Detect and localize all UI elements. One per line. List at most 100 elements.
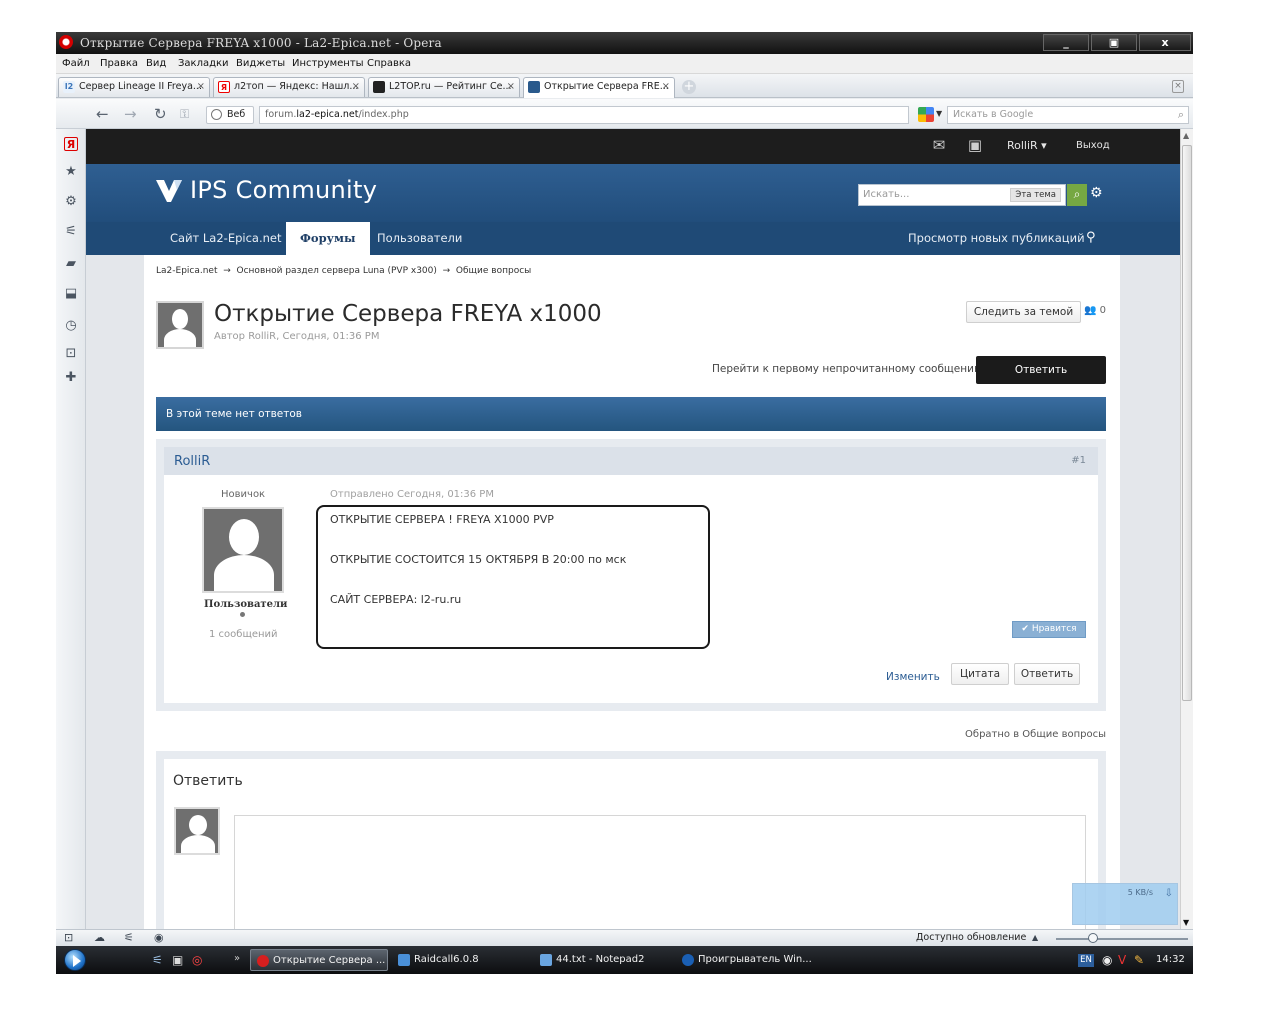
breadcrumb-item[interactable]: La2-Epica.net	[156, 266, 218, 276]
breadcrumb-item[interactable]: Общие вопросы	[456, 266, 531, 276]
topic-content: La2-Epica.net → Основной раздел сервера …	[144, 255, 1120, 929]
edit-post-link[interactable]: Изменить	[886, 671, 940, 683]
unite-icon[interactable]: ⚟	[64, 225, 78, 239]
turbo-icon[interactable]: ◉	[154, 931, 164, 944]
quicklaunch-opera-icon[interactable]: ◎	[192, 953, 202, 967]
opera-link-cloud-icon[interactable]: ☁	[94, 931, 105, 944]
follow-topic-button[interactable]: Следить за темой	[966, 301, 1081, 323]
update-available-link[interactable]: Доступно обновление	[916, 932, 1026, 943]
menu-widgets[interactable]: Виджеты	[236, 58, 285, 69]
yandex-panel-icon[interactable]: Я	[64, 137, 78, 151]
new-tab-icon[interactable]: +	[682, 80, 696, 94]
wand-key-icon[interactable]: ⚿	[180, 107, 189, 122]
closed-tabs-trash-icon[interactable]: ×	[1172, 80, 1184, 93]
search-icon[interactable]: ⌕	[1178, 107, 1184, 123]
first-unread-link[interactable]: Перейти к первому непрочитанному сообщен…	[712, 363, 983, 375]
start-button[interactable]	[64, 949, 86, 971]
notepad-task-icon	[540, 954, 552, 966]
forward-arrow-icon[interactable]: →	[124, 105, 137, 123]
url-input[interactable]: forum.la2-epica.net/index.php	[259, 106, 909, 124]
search-scope-select[interactable]: Эта тема	[1010, 188, 1061, 202]
downloads-icon[interactable]: ⬓	[64, 287, 78, 301]
menu-help[interactable]: Справка	[367, 58, 411, 69]
unite-status-icon[interactable]: ⚟	[124, 931, 134, 944]
taskbar-item-media-player[interactable]: Проигрыватель Win...	[676, 949, 814, 971]
close-tab-icon[interactable]: ×	[352, 78, 360, 96]
view-new-posts-link[interactable]: Просмотр новых публикаций	[908, 222, 1085, 255]
tray-antivirus-icon[interactable]: V	[1118, 953, 1126, 967]
windows-panel-icon[interactable]: ⊡	[64, 347, 78, 361]
tab-forum-topic[interactable]: Открытие Сервера FRE... ×	[523, 77, 675, 98]
messages-envelope-icon[interactable]: ✉	[930, 136, 948, 154]
notes-icon[interactable]: ▰	[64, 257, 78, 271]
back-to-forum-link[interactable]: Обратно в Общие вопросы	[965, 729, 1106, 740]
taskbar-item-raidcall[interactable]: Raidcall6.0.8	[392, 949, 530, 971]
quote-button[interactable]: Цитата	[951, 663, 1009, 685]
online-status-dot	[240, 612, 245, 617]
taskbar-item-notepad[interactable]: 44.txt - Notepad2	[534, 949, 672, 971]
quicklaunch-desktop-icon[interactable]: ▣	[172, 953, 183, 967]
search-settings-gear-icon[interactable]: ⚙	[1090, 185, 1103, 201]
page-scrollbar[interactable]: ▲ ▼	[1180, 129, 1193, 929]
post-number-link[interactable]: #1	[1071, 455, 1086, 466]
zoom-slider-track[interactable]	[1056, 938, 1188, 940]
forum-search-button[interactable]: ⌕	[1067, 184, 1087, 206]
close-tab-icon[interactable]: ×	[662, 78, 670, 96]
restore-button[interactable]: ▣	[1091, 34, 1137, 51]
post-author-link[interactable]: RolliR	[174, 454, 210, 469]
add-panel-icon[interactable]: ✚	[64, 371, 78, 385]
scroll-down-icon[interactable]: ▼	[1183, 918, 1189, 927]
back-arrow-icon[interactable]: ←	[96, 105, 109, 123]
reply-editor[interactable]	[234, 815, 1086, 929]
network-speed-widget[interactable]: 5 KB/s ⇩	[1072, 883, 1178, 925]
tray-media-icon[interactable]: ◉	[1102, 953, 1112, 967]
web-security-chip[interactable]: Веб	[206, 106, 254, 124]
scroll-up-icon[interactable]: ▲	[1183, 131, 1189, 140]
quicklaunch-more-icon[interactable]: »	[234, 953, 240, 964]
tab-lineage-server[interactable]: l2 Сервер Lineage II Freya... ×	[58, 77, 210, 97]
map-pin-icon[interactable]: ⚲	[1086, 230, 1096, 245]
post-author-avatar[interactable]	[202, 507, 284, 593]
menu-file[interactable]: Файл	[62, 58, 90, 69]
followers-count[interactable]: 👥 0	[1084, 305, 1106, 316]
menu-bookmarks[interactable]: Закладки	[178, 58, 229, 69]
close-tab-icon[interactable]: ×	[197, 78, 205, 96]
nav-site[interactable]: Сайт La2-Epica.net	[156, 222, 296, 255]
topic-author-avatar[interactable]	[156, 301, 204, 349]
notifications-icon[interactable]: ▣	[966, 136, 984, 154]
menu-tools[interactable]: Инструменты	[292, 58, 364, 69]
widgets-gear-icon[interactable]: ⚙	[64, 195, 78, 209]
tray-network-icon[interactable]: ✎	[1134, 953, 1144, 967]
nav-users[interactable]: Пользователи	[363, 222, 476, 255]
reload-icon[interactable]: ↻	[154, 105, 167, 123]
minimize-button[interactable]: _	[1043, 34, 1089, 51]
bookmarks-star-icon[interactable]: ★	[64, 165, 78, 179]
like-button[interactable]: ✔ Нравится	[1012, 621, 1086, 638]
close-tab-icon[interactable]: ×	[507, 78, 515, 96]
search-engine-selector[interactable]: ▼	[916, 106, 946, 124]
tab-l2top[interactable]: L2TOP.ru — Рейтинг Се... ×	[368, 77, 520, 97]
logout-link[interactable]: Выход	[1076, 140, 1110, 151]
panel-toggle-icon[interactable]: ⊡	[64, 931, 73, 944]
brand-title[interactable]: IPS Community	[190, 176, 377, 204]
tab-yandex-search[interactable]: Я л2топ — Яндекс: Нашл... ×	[213, 77, 365, 97]
scrollbar-thumb[interactable]	[1182, 145, 1192, 701]
breadcrumb-item[interactable]: Основной раздел сервера Luna (PVP x300)	[237, 266, 437, 276]
view-options-chevron-icon[interactable]: ▲	[1032, 933, 1038, 942]
nav-forums[interactable]: Форумы	[286, 222, 370, 255]
taskbar-item-opera[interactable]: Открытие Сервера ...	[250, 949, 388, 971]
close-window-button[interactable]: x	[1139, 34, 1191, 51]
forum-search-input[interactable]: Искать... Эта тема	[858, 184, 1066, 206]
zoom-slider-handle[interactable]	[1088, 933, 1098, 943]
google-search-input[interactable]: Искать в Google ⌕	[947, 106, 1189, 124]
system-clock[interactable]: 14:32	[1156, 954, 1185, 965]
language-indicator[interactable]: EN	[1078, 954, 1094, 967]
reply-button[interactable]: Ответить	[976, 356, 1106, 384]
user-menu[interactable]: RolliR ▾	[1007, 139, 1047, 152]
window-titlebar[interactable]: Открытие Сервера FREYA x1000 - La2-Epica…	[56, 32, 1193, 54]
menu-edit[interactable]: Правка	[100, 58, 138, 69]
quicklaunch-network-icon[interactable]: ⚟	[152, 953, 163, 967]
history-clock-icon[interactable]: ◷	[64, 319, 78, 333]
menu-view[interactable]: Вид	[146, 58, 166, 69]
post-reply-button[interactable]: Ответить	[1014, 663, 1080, 685]
